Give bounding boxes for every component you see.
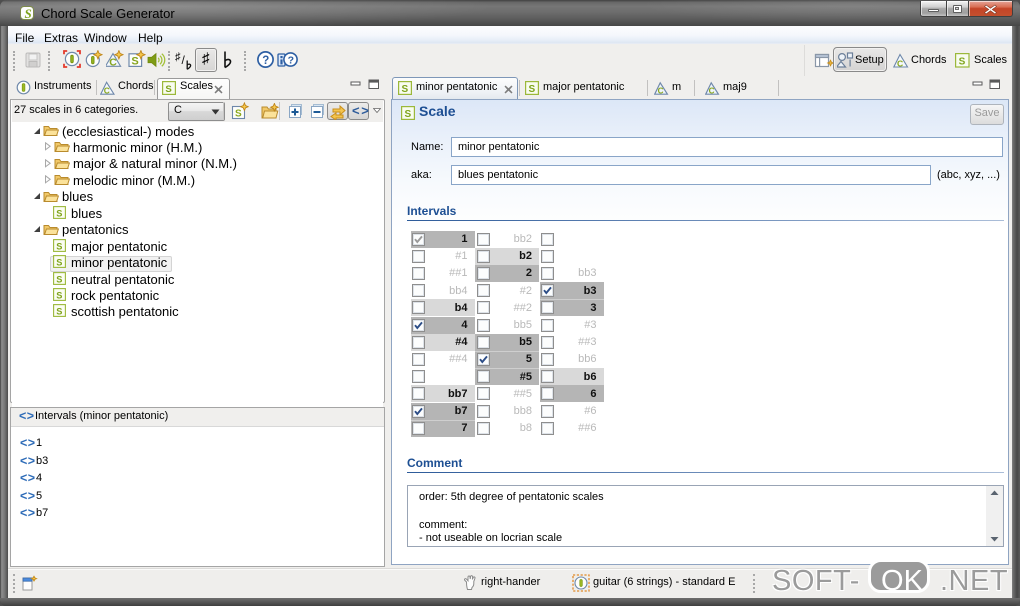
svg-text:S: S (56, 241, 62, 251)
svg-text:C: C (897, 58, 903, 68)
svg-text:S: S (529, 84, 536, 95)
svg-text:S: S (131, 56, 138, 68)
svg-text:S: S (56, 290, 62, 300)
svg-text:S: S (165, 84, 172, 95)
svg-text:S: S (959, 57, 966, 68)
svg-text:C: C (658, 87, 664, 95)
svg-text:♯: ♯ (175, 51, 181, 63)
svg-text:C: C (104, 86, 110, 96)
svg-text:?: ? (262, 55, 269, 67)
svg-text:S: S (402, 84, 409, 95)
svg-text:?: ? (288, 54, 294, 66)
svg-text:S: S (235, 109, 242, 120)
svg-text:C: C (709, 87, 715, 95)
svg-text:S: S (56, 257, 62, 267)
svg-text:S: S (56, 307, 62, 317)
svg-text:C: C (109, 56, 117, 68)
svg-text:S: S (405, 109, 412, 120)
svg-text:/: / (182, 53, 186, 67)
svg-text:S: S (56, 208, 62, 218)
svg-text:S: S (56, 274, 62, 284)
